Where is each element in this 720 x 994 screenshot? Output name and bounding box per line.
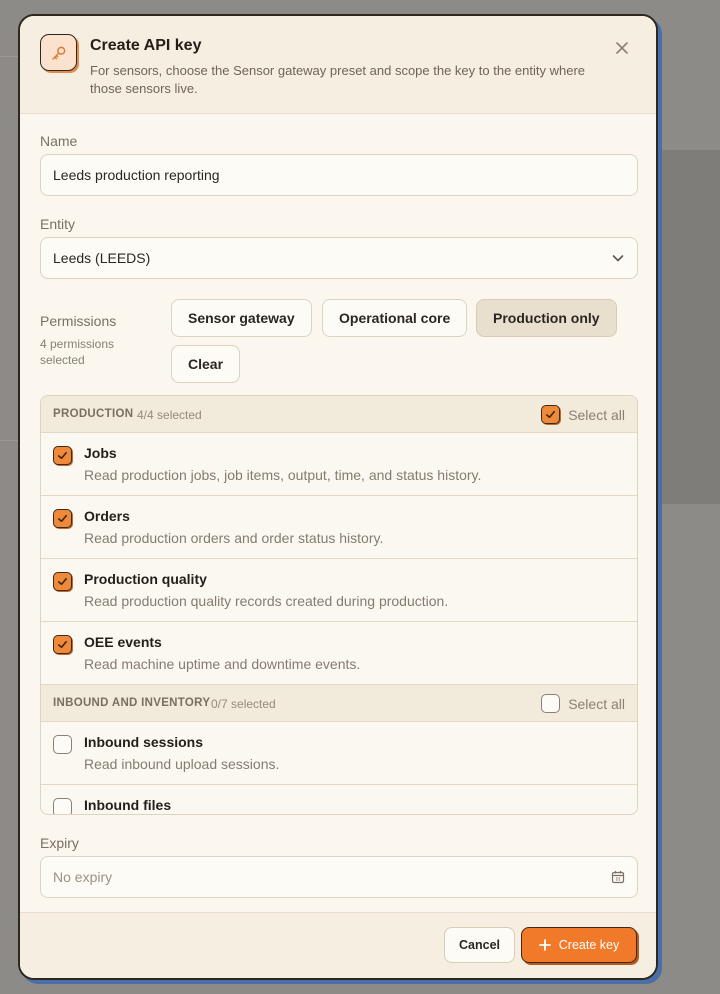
- preset-production-only[interactable]: Production only: [476, 299, 617, 337]
- entity-select[interactable]: Leeds (LEEDS): [40, 237, 638, 279]
- name-input-value: Leeds production reporting: [53, 167, 220, 183]
- expiry-label: Expiry: [40, 835, 79, 851]
- permission-name: Production quality: [84, 571, 207, 587]
- create-api-key-dialog: Create API key For sensors, choose the S…: [18, 14, 658, 980]
- create-key-button[interactable]: Create key: [521, 927, 637, 963]
- dialog-subtitle: For sensors, choose the Sensor gateway p…: [90, 63, 586, 96]
- create-key-label: Create key: [558, 938, 620, 952]
- entity-select-value: Leeds (LEEDS): [53, 250, 151, 266]
- permission-name: Inbound sessions: [84, 734, 204, 750]
- permission-name: Jobs: [84, 445, 117, 461]
- check-icon: [546, 410, 556, 419]
- permission-description: Read production quality records created …: [84, 593, 449, 609]
- permission-description: Read production orders and order status …: [84, 530, 384, 546]
- group-header-inbound-inventory: INBOUND AND INVENTORY 0/7 selected Selec…: [41, 685, 637, 722]
- permission-name: OEE events: [84, 634, 162, 650]
- close-button[interactable]: [612, 38, 632, 58]
- permission-item-inbound-sessions[interactable]: Inbound sessions Read inbound upload ses…: [41, 722, 637, 785]
- permission-item-production-quality[interactable]: Production quality Read production quali…: [41, 559, 637, 622]
- permission-name: Orders: [84, 508, 130, 524]
- check-icon: [58, 451, 67, 460]
- entity-label: Entity: [40, 216, 76, 232]
- group-header-production: PRODUCTION 4/4 selected Select all: [41, 396, 637, 433]
- cancel-button[interactable]: Cancel: [444, 927, 515, 963]
- group-count: 0/7 selected: [211, 697, 276, 711]
- permission-item-oee-events[interactable]: OEE events Read machine uptime and downt…: [41, 622, 637, 685]
- checkbox[interactable]: [53, 635, 72, 654]
- backdrop-card: [656, 150, 720, 504]
- preset-clear[interactable]: Clear: [171, 345, 241, 383]
- dialog-header: Create API key For sensors, choose the S…: [20, 16, 656, 114]
- checkbox[interactable]: [53, 798, 72, 814]
- checkbox[interactable]: [541, 405, 561, 424]
- expiry-placeholder: No expiry: [53, 869, 113, 885]
- dialog-title: Create API key: [90, 37, 202, 54]
- check-icon: [58, 577, 67, 586]
- backdrop-divider: [0, 440, 20, 441]
- permission-item-jobs[interactable]: Jobs Read production jobs, job items, ou…: [41, 433, 637, 496]
- backdrop-divider: [0, 56, 20, 57]
- group-name: INBOUND AND INVENTORY: [53, 697, 211, 709]
- permissions-count: 4 permissions selected: [40, 337, 115, 367]
- plus-icon: [538, 939, 551, 951]
- check-icon: [58, 640, 67, 649]
- select-all-inbound-inventory[interactable]: Select all: [541, 694, 625, 713]
- chevron-down-icon: [611, 251, 625, 265]
- preset-sensor-gateway[interactable]: Sensor gateway: [171, 299, 312, 337]
- permission-name: Inbound files: [84, 797, 172, 813]
- group-count: 4/4 selected: [137, 408, 202, 422]
- group-name: PRODUCTION: [53, 408, 134, 420]
- name-input[interactable]: Leeds production reporting: [40, 154, 638, 196]
- checkbox[interactable]: [53, 735, 72, 754]
- checkbox[interactable]: [53, 446, 72, 465]
- dialog-footer: Cancel Create key: [20, 912, 656, 978]
- key-icon: [40, 34, 77, 71]
- permission-description: Read inbound upload sessions.: [84, 756, 280, 772]
- permissions-label: Permissions: [40, 313, 117, 329]
- checkbox[interactable]: [53, 572, 72, 591]
- check-icon: [58, 514, 67, 523]
- close-icon: [616, 42, 628, 54]
- permission-item-orders[interactable]: Orders Read production orders and order …: [41, 496, 637, 559]
- select-all-label: Select all: [568, 695, 625, 712]
- select-all-production[interactable]: Select all: [541, 405, 625, 424]
- permission-description: Read production jobs, job items, output,…: [84, 467, 482, 483]
- preset-operational-core[interactable]: Operational core: [322, 299, 468, 337]
- permissions-list[interactable]: PRODUCTION 4/4 selected Select all Jobs …: [40, 395, 638, 815]
- name-label: Name: [40, 133, 78, 149]
- expiry-input[interactable]: No expiry: [40, 856, 638, 898]
- permission-description: Read machine uptime and downtime events.: [84, 656, 361, 672]
- permission-item-inbound-files[interactable]: Inbound files: [41, 785, 637, 814]
- select-all-label: Select all: [568, 406, 625, 423]
- checkbox[interactable]: [541, 694, 561, 713]
- calendar-icon[interactable]: [611, 870, 625, 884]
- checkbox[interactable]: [53, 509, 72, 528]
